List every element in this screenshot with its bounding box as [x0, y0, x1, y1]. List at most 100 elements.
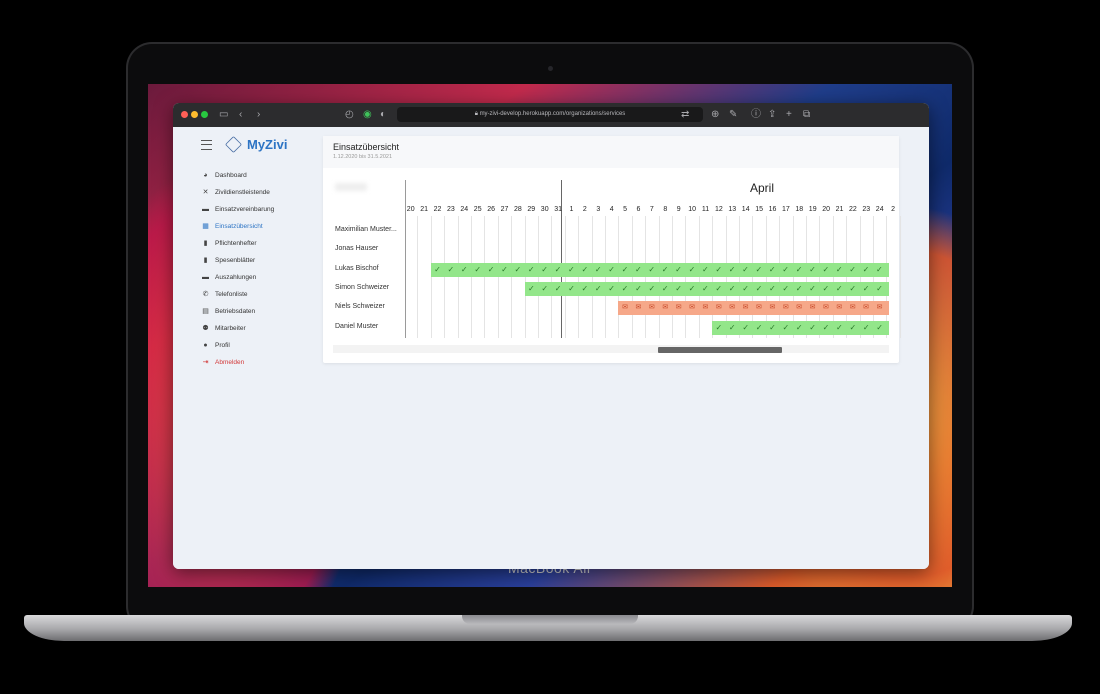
sidebar-item-pflichtenhefter[interactable]: ▮ Pflichtenhefter	[202, 235, 274, 252]
sidebar-item-dashboard[interactable]: ◕ Dashboard	[202, 167, 274, 184]
sidebar-item-abmelden[interactable]: ⇥ Abmelden	[202, 354, 274, 371]
tabs-icon[interactable]: ⧉	[803, 108, 810, 122]
privacy-icon[interactable]: ◐	[380, 108, 386, 122]
sidebar-item-einsatzübersicht[interactable]: ▦ Einsatzübersicht	[202, 218, 274, 235]
sidebar-item-einsatzvereinbarung[interactable]: ▬ Einsatzvereinbarung	[202, 201, 274, 218]
check-icon: ✓	[514, 264, 522, 274]
handshake-icon: ▬	[202, 206, 209, 213]
day-gridline	[551, 216, 553, 338]
person-name[interactable]: Simon Schweizer	[335, 284, 389, 291]
day-header: 21	[835, 206, 844, 213]
check-icon: ✓	[728, 283, 736, 293]
back-icon[interactable]: ‹	[239, 108, 242, 122]
sidebar-item-profil[interactable]: ● Profil	[202, 337, 274, 354]
share-icon[interactable]: ⇪	[768, 108, 776, 122]
check-icon: ✓	[675, 264, 682, 274]
envelope-icon: ✉	[635, 304, 642, 312]
person-name[interactable]: Jonas Hauser	[335, 245, 378, 252]
download-icon[interactable]: ⊕	[711, 108, 719, 122]
check-icon: ✓	[876, 283, 883, 293]
check-icon: ✓	[621, 264, 629, 274]
sidebar-item-spesenblätter[interactable]: ▮ Spesenblätter	[202, 252, 274, 269]
approved-service-bar[interactable]: ✓ ✓ ✓ ✓ ✓ ✓ ✓ ✓ ✓ ✓ ✓ ✓ ✓ ✓ ✓ ✓ ✓ ✓ ✓ ✓ ✓ ✓ ✓ ✓ ✓ ✓ ✓ ✓	[524, 281, 889, 296]
day-gridline	[484, 216, 486, 338]
day-gridline	[417, 216, 419, 338]
day-header: 13	[728, 206, 737, 213]
shield-icon[interactable]: ◴	[345, 108, 354, 122]
reader-icon[interactable]: ✎	[729, 108, 737, 122]
person-name[interactable]: Daniel Muster	[335, 323, 378, 330]
extension-icon[interactable]: ◉	[363, 108, 372, 122]
forward-icon[interactable]: ›	[257, 108, 260, 122]
check-icon: ✓	[822, 283, 830, 293]
check-icon: ✓	[768, 283, 776, 293]
sidebar-icon[interactable]: ▭	[219, 108, 228, 122]
info-icon[interactable]: ⓘ	[751, 108, 761, 122]
person-name[interactable]: Niels Schweizer	[335, 303, 385, 310]
pending-service-bar[interactable]: ✉ ✉ ✉ ✉ ✉ ✉ ✉ ✉ ✉ ✉ ✉ ✉ ✉ ✉ ✉ ✉ ✉ ✉ ✉ ✉ ✉	[618, 301, 889, 316]
day-gridline	[899, 216, 901, 338]
sidebar-item-betriebsdaten[interactable]: ▤ Betriebsdaten	[202, 303, 274, 320]
day-header: 30	[540, 206, 549, 213]
desktop-wallpaper: ▭ ‹ › ◴ ◉ ◐ 🔒︎ my-zivi-develop.herokuapp…	[148, 84, 952, 587]
brand-name[interactable]: MyZivi	[247, 137, 287, 152]
menu-icon[interactable]	[201, 139, 212, 150]
day-header: 26	[487, 206, 495, 213]
day-header: 12	[714, 206, 723, 213]
day-header: 28	[513, 206, 522, 213]
check-icon: ✓	[594, 264, 602, 274]
day-gridline	[538, 216, 539, 338]
translate-icon[interactable]: ⇄	[681, 108, 689, 122]
date-range: 1.12.2020 bis 31.5.2021	[333, 154, 393, 160]
check-icon: ✓	[715, 322, 723, 332]
check-icon: ✓	[876, 264, 883, 274]
sidebar-item-auszahlungen[interactable]: ▬ Auszahlungen	[202, 269, 274, 286]
day-gridline	[591, 216, 593, 338]
address-bar[interactable]: 🔒︎ my-zivi-develop.herokuapp.com/organiz…	[397, 107, 703, 122]
check-icon: ✓	[621, 283, 629, 293]
day-gridline	[430, 216, 432, 338]
person-name[interactable]: Lukas Bischof	[335, 265, 379, 272]
check-icon: ✓	[795, 322, 803, 332]
day-header: 2	[582, 206, 587, 213]
sidebar-item-zivildienstleistende[interactable]: ✕ Zivildienstleistende	[202, 184, 274, 201]
day-gridline	[578, 216, 580, 338]
scrollbar-thumb[interactable]	[658, 347, 782, 353]
check-icon: ✓	[755, 283, 763, 293]
blurred-month-label	[335, 183, 367, 191]
check-icon: ✓	[782, 283, 790, 293]
check-icon: ✓	[769, 322, 776, 332]
sidebar-item-telefonliste[interactable]: ✆ Telefonliste	[202, 286, 274, 303]
close-window-icon[interactable]	[181, 111, 188, 118]
sidebar-item-mitarbeiter[interactable]: ⚉ Mitarbeiter	[202, 320, 274, 337]
person-name[interactable]: Maximilian Muster...	[335, 226, 397, 233]
check-icon: ✓	[501, 264, 508, 274]
minimize-window-icon[interactable]	[191, 111, 198, 118]
zoom-window-icon[interactable]	[201, 111, 208, 118]
new-tab-icon[interactable]: +	[786, 108, 792, 122]
approved-service-bar[interactable]: ✓✓✓✓✓✓✓✓✓✓✓✓✓✓	[712, 320, 889, 335]
check-icon: ✓	[755, 322, 763, 332]
day-header: 3	[596, 206, 601, 213]
day-header: 6	[636, 206, 641, 213]
folder-icon: ▬	[202, 274, 209, 281]
day-header: 14	[741, 206, 750, 213]
check-icon: ✓	[795, 264, 803, 274]
day-gridline	[471, 216, 472, 338]
day-gridline	[672, 216, 673, 338]
check-icon: ✓	[648, 283, 656, 293]
check-icon: ✓	[822, 322, 830, 332]
names-divider	[405, 180, 406, 338]
day-header: 24	[460, 206, 469, 213]
check-icon: ✓	[688, 264, 696, 274]
check-icon: ✓	[568, 264, 575, 274]
day-gridline	[605, 216, 606, 338]
check-icon: ✓	[886, 263, 889, 277]
approved-service-bar[interactable]: ✓ ✓ ✓ ✓ ✓ ✓ ✓ ✓ ✓ ✓ ✓ ✓ ✓ ✓ ✓ ✓ ✓ ✓ ✓ ✓ ✓ ✓ ✓ ✓ ✓ ✓ ✓ ✓ ✓ ✓ ✓ ✓ ✓ ✓ ✓	[430, 262, 889, 277]
day-gridline	[618, 216, 620, 338]
check-icon: ✓	[608, 283, 615, 293]
horizontal-scrollbar[interactable]	[333, 345, 889, 353]
day-header: 10	[688, 206, 696, 213]
envelope-icon: ✉	[702, 304, 709, 312]
overview-card: Einsatzübersicht 1.12.2020 bis 31.5.2021…	[323, 136, 901, 363]
